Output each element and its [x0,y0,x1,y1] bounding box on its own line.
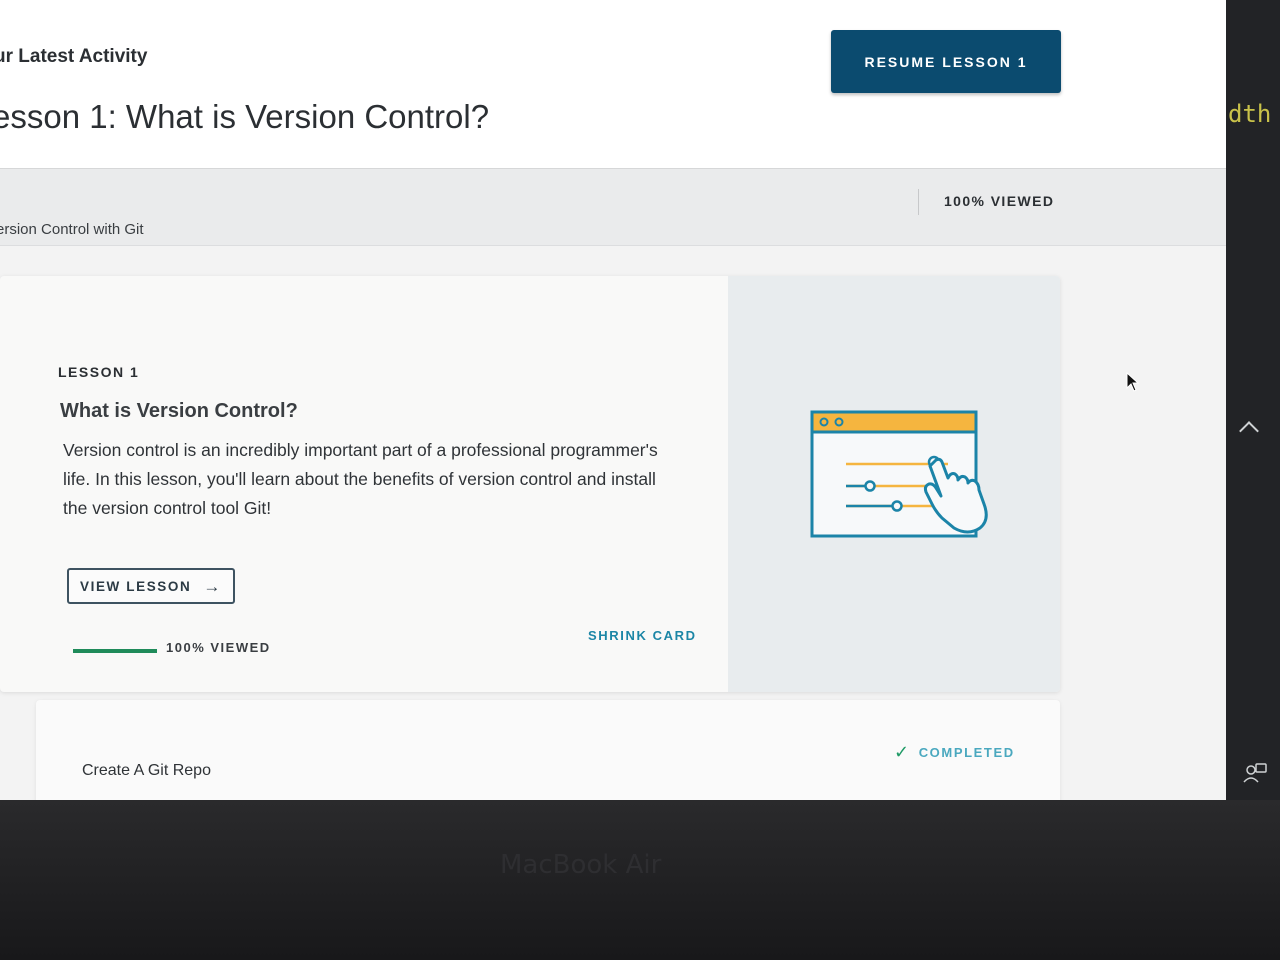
feedback-person-icon[interactable] [1242,762,1268,786]
lesson-number: LESSON 1 [58,364,140,380]
breadcrumb-course[interactable]: ersion Control with Git [0,221,144,238]
page-header: ur Latest Activity esson 1: What is Vers… [0,0,1226,168]
shrink-card-link[interactable]: SHRINK CARD [588,628,697,643]
viewed-status: 100% VIEWED [944,193,1055,209]
laptop-bezel: MacBook Air [0,800,1280,960]
laptop-brand-label: MacBook Air [500,850,662,880]
mouse-cursor-icon [1126,372,1140,392]
lesson-card-collapsed[interactable]: Create A Git Repo ✓ COMPLETED [36,700,1060,800]
browser-sliders-hand-icon [810,410,988,538]
resume-lesson-button[interactable]: RESUME LESSON 1 [831,30,1061,93]
lesson-title: Create A Git Repo [82,762,211,779]
code-fragment: dth [1228,100,1272,128]
divider [918,189,919,215]
lesson-heading: What is Version Control? [60,400,298,422]
progress-label: 100% VIEWED [166,640,271,655]
progress-bar [73,649,157,653]
latest-activity-label: ur Latest Activity [0,46,148,67]
page-title: esson 1: What is Version Control? [0,98,490,135]
completed-label: COMPLETED [918,745,1015,760]
breadcrumb-bar: ersion Control with Git 100% VIEWED [0,168,1226,246]
completed-status: ✓ COMPLETED [894,742,1015,763]
view-lesson-label: VIEW LESSON [80,578,192,594]
arrow-right-icon: → [203,576,222,596]
check-icon: ✓ [894,742,911,762]
browser-viewport: ur Latest Activity esson 1: What is Vers… [0,0,1226,800]
lesson-description: Version control is an incredibly importa… [63,440,658,518]
view-lesson-button[interactable]: VIEW LESSON → [67,568,235,604]
progress-fill [73,649,157,653]
